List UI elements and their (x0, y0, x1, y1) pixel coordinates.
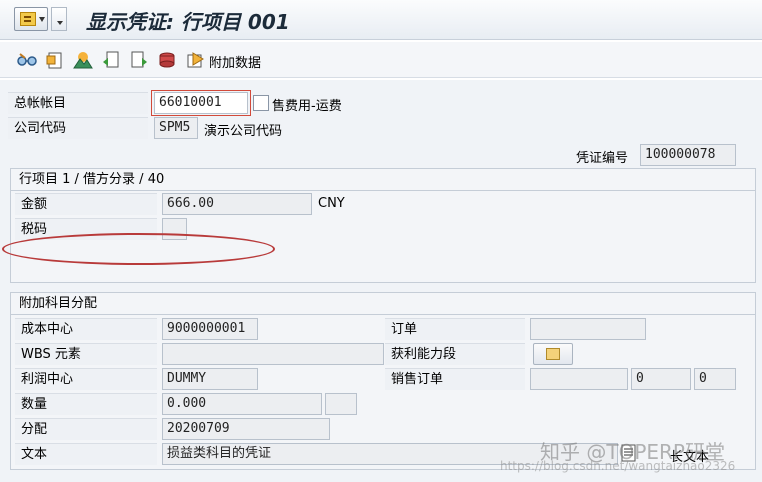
allocation-field[interactable]: 20200709 (162, 418, 330, 440)
quantity-unit-field[interactable] (325, 393, 357, 415)
menu-dropdown-button[interactable] (51, 7, 67, 31)
wbs-element-field[interactable] (162, 343, 384, 365)
watermark-url: https://blog.csdn.net/wangtaizhao2326 (500, 459, 736, 473)
gl-account-description: 售费用-运费 (272, 99, 342, 114)
profitability-segment-button[interactable] (533, 343, 573, 365)
amount-label: 金额 (15, 193, 157, 215)
additional-data-button[interactable]: 附加数据 (209, 52, 261, 71)
profit-center-field[interactable]: DUMMY (162, 368, 258, 390)
wbs-element-label: WBS 元素 (15, 343, 157, 365)
document-back-icon[interactable] (101, 50, 121, 70)
text-label: 文本 (15, 443, 157, 465)
document-number-field[interactable]: 100000078 (640, 144, 736, 166)
line-item-group-title: 行项目 1 / 借方分录 / 40 (11, 169, 755, 191)
allocation-label: 分配 (15, 418, 157, 440)
amount-field[interactable]: 666.00 (162, 193, 312, 215)
quantity-field[interactable]: 0.000 (162, 393, 322, 415)
application-toolbar: 附加数据 (0, 42, 762, 78)
gl-account-label: 总帐帐目 (8, 92, 148, 114)
chevron-down-icon (39, 17, 45, 22)
order-label: 订单 (385, 318, 525, 340)
quantity-label: 数量 (15, 393, 157, 415)
order-field[interactable] (530, 318, 646, 340)
sales-order-schedule-field[interactable]: 0 (694, 368, 736, 390)
system-menu-button[interactable] (14, 7, 48, 31)
company-code-field[interactable]: SPM5 (154, 117, 198, 139)
stack-icon[interactable] (157, 50, 177, 70)
profit-center-label: 利润中心 (15, 368, 157, 390)
company-code-description: 演示公司代码 (204, 124, 283, 139)
page-title: 显示凭证: 行项目 001 (86, 10, 290, 34)
currency-label: CNY (318, 196, 345, 211)
profitability-segment-label: 获利能力段 (385, 343, 525, 365)
focus-indicator (151, 90, 251, 116)
assignment-group-title: 附加科目分配 (11, 293, 755, 315)
additional-data-icon[interactable] (185, 50, 205, 70)
arrow-right-icon (546, 348, 560, 360)
sales-order-field[interactable] (530, 368, 628, 390)
document-forward-icon[interactable] (129, 50, 149, 70)
copy-icon[interactable] (253, 95, 269, 111)
glasses-icon[interactable] (17, 50, 37, 70)
cost-center-field[interactable]: 9000000001 (162, 318, 258, 340)
cost-center-label: 成本中心 (15, 318, 157, 340)
menu-icon (20, 12, 36, 26)
document-up-icon[interactable] (45, 50, 65, 70)
mountain-icon[interactable] (73, 50, 93, 70)
highlight-ellipse (2, 233, 275, 265)
sales-order-label: 销售订单 (385, 368, 525, 390)
company-code-label: 公司代码 (8, 117, 148, 139)
title-bar: 显示凭证: 行项目 001 (0, 0, 762, 40)
document-number-label: 凭证编号 (576, 151, 629, 166)
sales-order-item-field[interactable]: 0 (631, 368, 691, 390)
